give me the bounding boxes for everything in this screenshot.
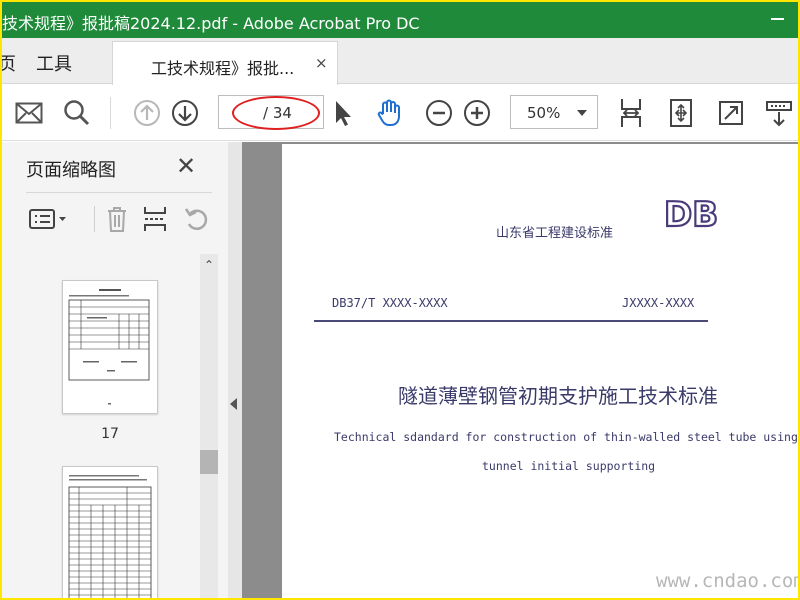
title-bar: 技术规程》报批稿2024.12.pdf - Adobe Acrobat Pro … <box>2 2 798 38</box>
page-thumbnail[interactable] <box>62 280 158 414</box>
svg-text:DB: DB <box>664 195 718 234</box>
select-cursor-icon[interactable] <box>326 97 360 129</box>
document-page: 山东省工程建设标准 DB DB37/T XXXX-XXXX JXXXX-XXXX… <box>282 144 798 598</box>
thumbnail-options-icon[interactable] <box>26 202 70 236</box>
scroll-up-icon[interactable]: ⌃ <box>204 258 214 272</box>
zoom-dropdown[interactable]: 50% <box>510 95 598 129</box>
tab-home[interactable]: 页 <box>2 50 16 76</box>
thumbnail-scrollbar[interactable]: ⌃ <box>200 254 218 598</box>
thumbnail-page-number: 17 <box>101 426 119 442</box>
document-title-english-line2: tunnel initial supporting <box>482 459 656 473</box>
delete-page-icon[interactable] <box>100 202 134 236</box>
panel-toolbar-separator <box>94 206 95 232</box>
tab-bar: 页 工具 工技术规程》报批... × <box>2 38 798 85</box>
header-rule <box>314 320 708 322</box>
filing-code: JXXXX-XXXX <box>622 296 695 310</box>
toolbar: / 34 50% <box>2 85 798 141</box>
hand-tool-icon[interactable] <box>372 97 406 129</box>
watermark: www.cndao.com <box>656 570 798 592</box>
rotate-page-icon[interactable] <box>180 202 214 236</box>
next-page-icon[interactable] <box>168 97 202 129</box>
document-title-chinese: 隧道薄壁钢管初期支护施工技术标准 <box>398 384 718 408</box>
page-thumbnail[interactable] <box>62 466 158 598</box>
panel-toolbar <box>22 202 218 236</box>
tab-close-icon[interactable]: × <box>315 54 328 72</box>
tab-document-label: 工技术规程》报批... <box>151 59 295 78</box>
standard-organization: 山东省工程建设标准 <box>496 226 614 241</box>
scrollbar-thumb[interactable] <box>200 450 218 474</box>
search-icon[interactable] <box>60 97 94 129</box>
panel-collapse-handle[interactable] <box>228 142 242 598</box>
collapse-arrow-icon <box>230 398 237 410</box>
annotation-ellipse <box>232 96 320 130</box>
email-icon[interactable] <box>12 97 46 129</box>
zoom-in-icon[interactable] <box>460 97 494 129</box>
toolbar-separator <box>110 97 111 129</box>
panel-divider <box>26 192 212 193</box>
minimize-button[interactable] <box>771 18 784 20</box>
previous-page-icon[interactable] <box>130 97 164 129</box>
tab-tools[interactable]: 工具 <box>36 50 72 76</box>
zoom-value: 50% <box>527 104 561 122</box>
full-screen-icon[interactable] <box>714 97 748 129</box>
panel-close-icon[interactable]: ✕ <box>176 152 196 180</box>
panel-title: 页面缩略图 <box>26 160 116 181</box>
window-title: 技术规程》报批稿2024.12.pdf - Adobe Acrobat Pro … <box>2 14 420 33</box>
standard-code: DB37/T XXXX-XXXX <box>332 296 448 310</box>
acrobat-window: 技术规程》报批稿2024.12.pdf - Adobe Acrobat Pro … <box>2 2 798 598</box>
page-thumbnails-panel: 页面缩略图 ✕ 17 ⌃ <box>2 142 228 598</box>
document-title-english-line1: Technical sdandard for construction of t… <box>334 430 798 444</box>
fit-page-icon[interactable] <box>664 97 698 129</box>
fit-page-width-icon[interactable] <box>614 97 648 129</box>
chevron-down-icon <box>577 110 587 116</box>
scroll-mode-icon[interactable] <box>762 97 796 129</box>
tab-document[interactable]: 工技术规程》报批... × <box>112 41 338 85</box>
db-logo: DB <box>664 194 719 234</box>
zoom-out-icon[interactable] <box>422 97 456 129</box>
insert-page-icon[interactable] <box>138 202 172 236</box>
